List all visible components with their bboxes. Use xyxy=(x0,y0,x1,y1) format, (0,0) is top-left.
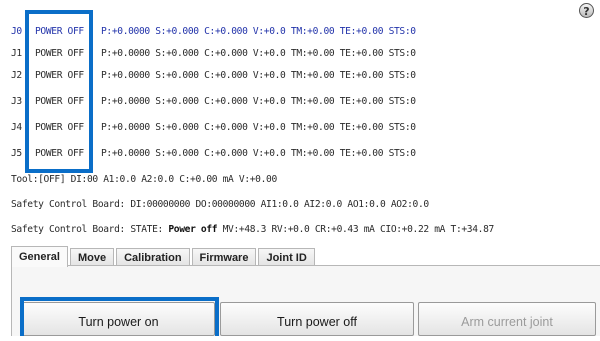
safety-state-value: Power off xyxy=(168,224,218,235)
joint-power-state: POWER OFF xyxy=(35,148,84,159)
joint-id: J2 xyxy=(11,70,22,81)
joint-id: J3 xyxy=(11,96,22,107)
tool-status-line: Tool:[OFF] DI:00 A1:0.0 A2:0.0 C:+0.00 m… xyxy=(11,174,277,185)
tab-general[interactable]: General xyxy=(11,246,68,267)
joint-row-j5: J5 POWER OFF P:+0.0000 S:+0.000 C:+0.000 V… xyxy=(11,143,416,165)
joint-id: J5 xyxy=(11,148,22,159)
joint-readout: P:+0.0000 S:+0.000 C:+0.000 V:+0.0 TM:+0… xyxy=(101,148,416,159)
safety-state-metrics: MV:+48.3 RV:+0.0 CR:+0.43 mA CIO:+0.22 m… xyxy=(217,224,495,235)
joint-power-state: POWER OFF xyxy=(35,26,84,37)
joint-readout: P:+0.0000 S:+0.000 C:+0.000 V:+0.0 TM:+0… xyxy=(101,48,416,59)
turn-power-on-button[interactable]: Turn power on xyxy=(22,302,215,336)
joint-row-j1: J1 POWER OFF P:+0.0000 S:+0.000 C:+0.000 V… xyxy=(11,43,416,65)
joint-readout: P:+0.0000 S:+0.000 C:+0.000 V:+0.0 TM:+0… xyxy=(101,26,416,37)
help-button[interactable]: ? xyxy=(579,3,594,18)
joint-id: J1 xyxy=(11,48,22,59)
joint-row-j3: J3 POWER OFF P:+0.0000 S:+0.000 C:+0.000 V… xyxy=(11,91,416,113)
joint-row-j4: J4 POWER OFF P:+0.0000 S:+0.000 C:+0.000 V… xyxy=(11,117,416,139)
joint-id: J4 xyxy=(11,122,22,133)
joint-row-j0: J0 POWER OFF P:+0.0000 S:+0.000 C:+0.000 V… xyxy=(11,21,416,43)
safety-state-line: Safety Control Board: STATE: Power off M… xyxy=(11,219,494,241)
safety-state-prefix: Safety Control Board: STATE: xyxy=(11,224,169,235)
joint-readout: P:+0.0000 S:+0.000 C:+0.000 V:+0.0 TM:+0… xyxy=(101,96,416,107)
question-mark-icon: ? xyxy=(583,5,590,18)
joint-power-state: POWER OFF xyxy=(35,96,84,107)
joint-readout: P:+0.0000 S:+0.000 C:+0.000 V:+0.0 TM:+0… xyxy=(101,122,416,133)
tab-bar: General Move Calibration Firmware Joint … xyxy=(11,246,317,267)
safety-io-line: Safety Control Board: DI:00000000 DO:000… xyxy=(11,199,429,210)
joint-readout: P:+0.0000 S:+0.000 C:+0.000 V:+0.0 TM:+0… xyxy=(101,70,416,81)
joint-power-state: POWER OFF xyxy=(35,70,84,81)
arm-current-joint-button[interactable]: Arm current joint xyxy=(418,302,596,336)
joint-row-j2: J2 POWER OFF P:+0.0000 S:+0.000 C:+0.000 V… xyxy=(11,65,416,87)
joint-power-state: POWER OFF xyxy=(35,48,84,59)
joint-power-state: POWER OFF xyxy=(35,122,84,133)
turn-power-off-button[interactable]: Turn power off xyxy=(220,302,414,336)
joint-status-panel: J0 POWER OFF P:+0.0000 S:+0.000 C:+0.000 V… xyxy=(0,0,600,246)
joint-id: J0 xyxy=(11,26,22,37)
